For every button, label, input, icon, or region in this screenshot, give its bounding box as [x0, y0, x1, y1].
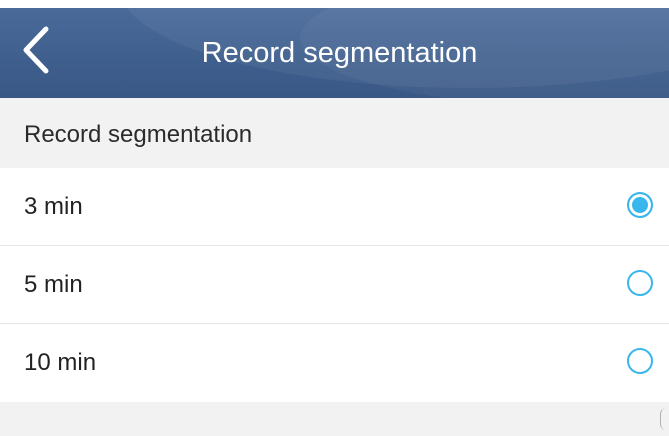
scroll-edge-indicator — [660, 408, 669, 430]
option-10-min[interactable]: 10 min — [0, 324, 669, 402]
radio-button-checked[interactable] — [627, 192, 653, 218]
bottom-spacer — [0, 402, 669, 436]
option-3-min[interactable]: 3 min — [0, 168, 669, 246]
page-title: Record segmentation — [201, 37, 478, 69]
back-button[interactable] — [18, 20, 78, 80]
option-label: 10 min — [24, 349, 97, 376]
app-bar: Record segmentation — [0, 8, 669, 98]
radio-button[interactable] — [627, 348, 653, 374]
option-label: 3 min — [24, 193, 83, 220]
status-strip — [0, 0, 669, 8]
option-5-min[interactable]: 5 min — [0, 246, 669, 324]
radio-button[interactable] — [627, 270, 653, 296]
section-header: Record segmentation — [0, 98, 669, 168]
option-label: 5 min — [24, 271, 83, 298]
segmentation-options-list: 3 min 5 min 10 min — [0, 168, 669, 402]
chevron-left-icon — [23, 26, 49, 74]
